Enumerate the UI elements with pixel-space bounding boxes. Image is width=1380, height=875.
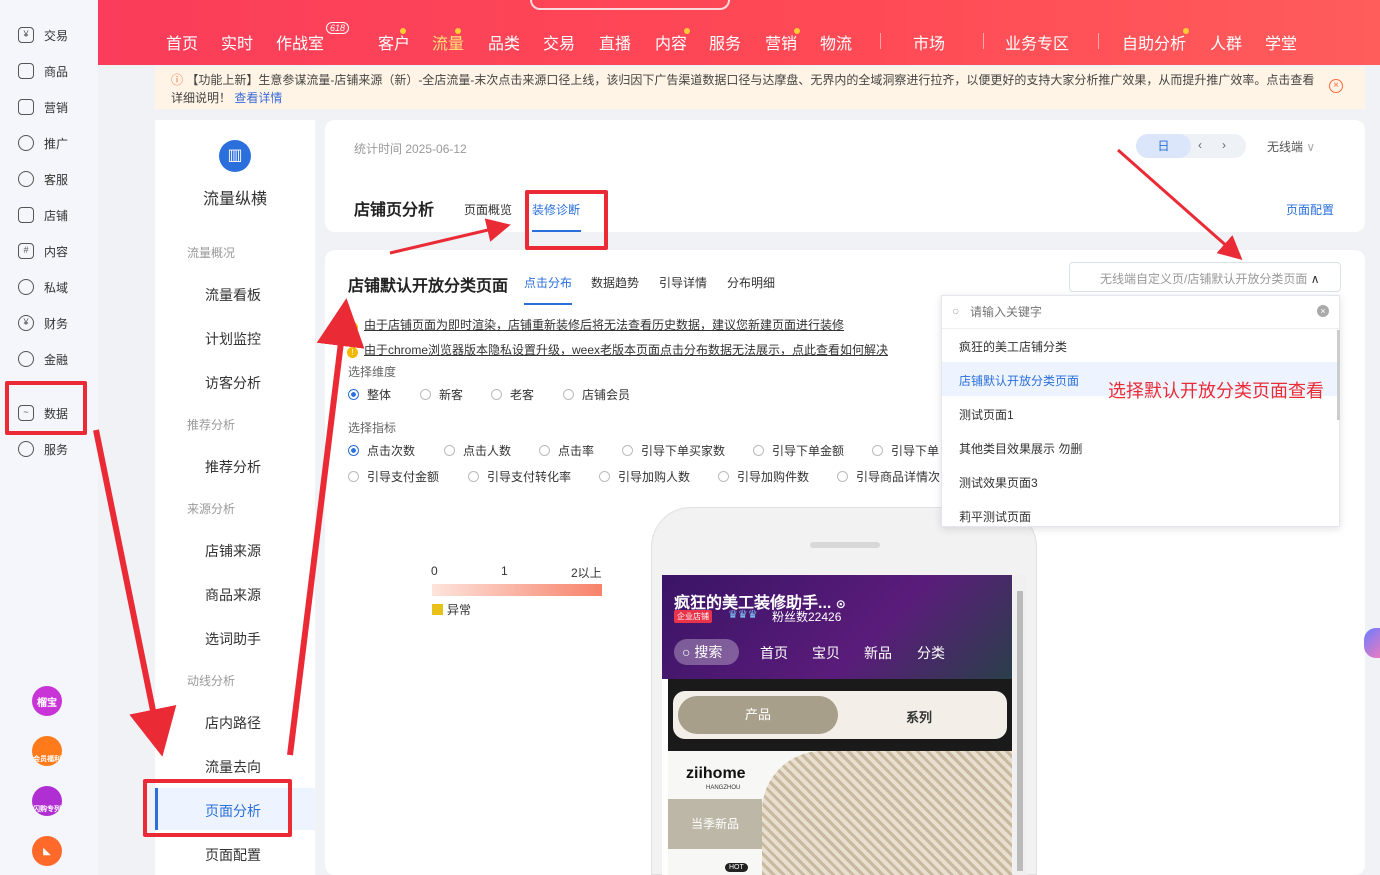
annotation-arrows xyxy=(93,148,1243,757)
arrow-to-section-title xyxy=(287,298,365,756)
floating-assistant-icon[interactable] xyxy=(1364,628,1380,658)
arrow-to-decoration-tab xyxy=(389,218,511,255)
arrow-to-page-analysis xyxy=(93,429,177,757)
arrow-to-page-select xyxy=(1117,148,1243,260)
